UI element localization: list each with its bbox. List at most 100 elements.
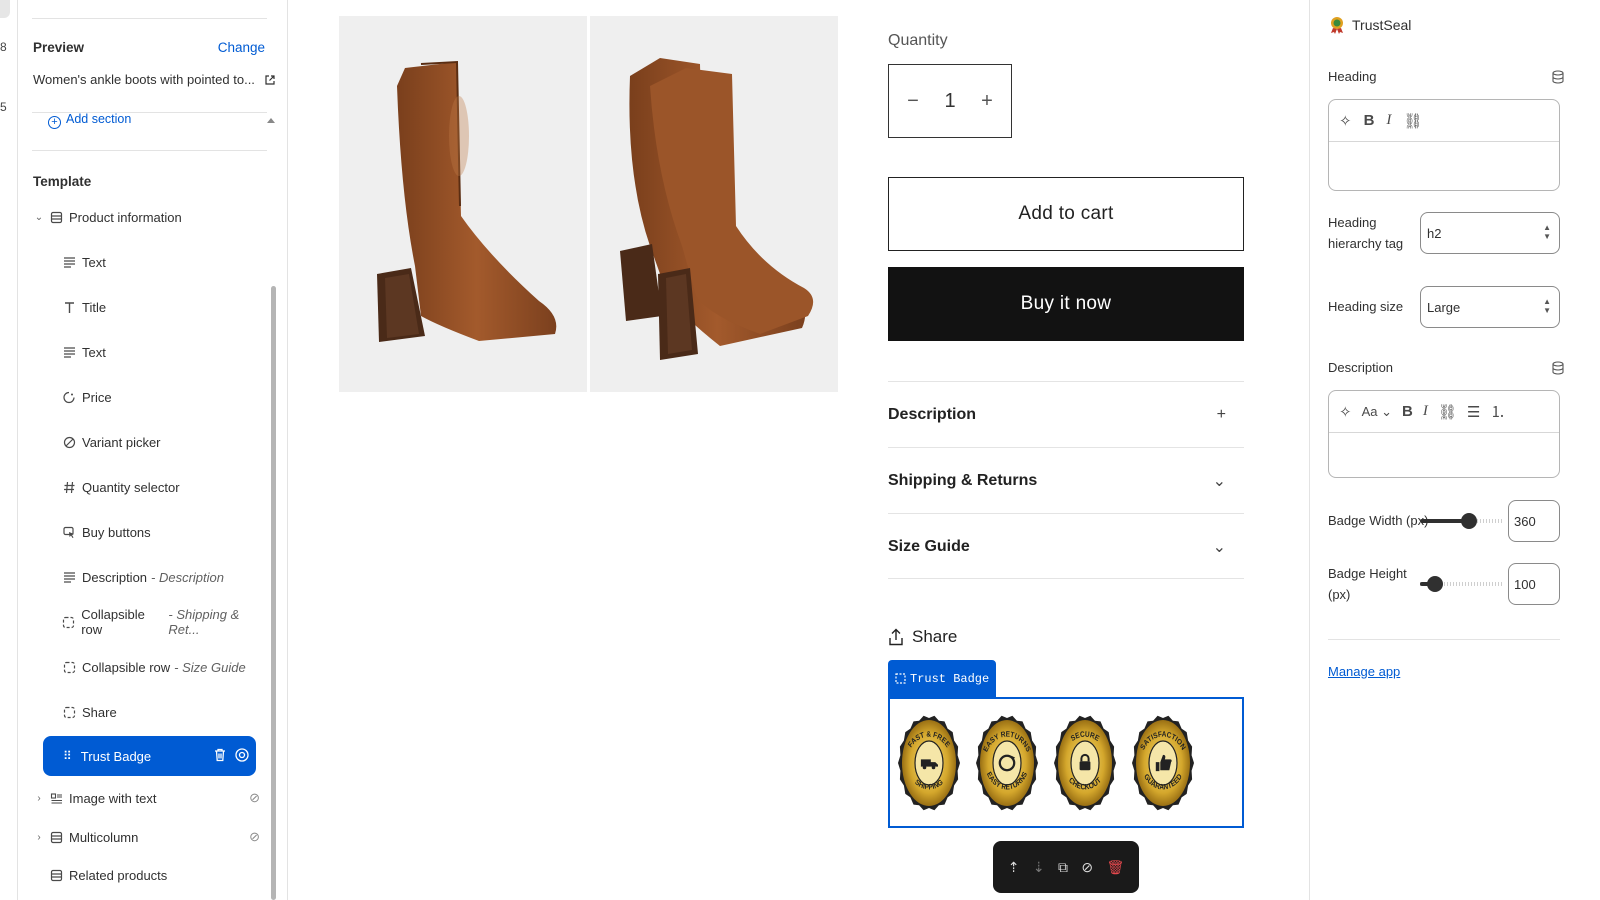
dynamic-source-icon[interactable] <box>1552 361 1564 375</box>
block-item[interactable]: Collapsible row - Size Guide <box>18 649 268 685</box>
block-item[interactable]: Collapsible row - Shipping & Ret... <box>18 604 268 640</box>
magic-icon[interactable]: ✧ <box>1339 403 1352 421</box>
bullet-list-icon[interactable]: ☰ <box>1467 403 1480 421</box>
rail-number: 5 <box>0 100 7 114</box>
block-item[interactable]: Quantity selector <box>18 469 268 505</box>
quantity-value[interactable]: 1 <box>944 90 955 113</box>
width-input[interactable]: 360 <box>1508 500 1560 542</box>
change-preview-link[interactable]: Change <box>218 40 265 55</box>
text-lines-icon <box>62 255 76 269</box>
italic-icon[interactable]: I <box>1423 403 1428 420</box>
block-item[interactable]: Share <box>18 694 268 730</box>
dashed-square-icon <box>62 615 75 629</box>
description-label: Description <box>1328 360 1394 375</box>
increase-quantity-button[interactable]: + <box>977 90 997 113</box>
bold-icon[interactable]: B <box>1402 403 1413 420</box>
text-lines-icon <box>62 570 76 584</box>
italic-icon[interactable]: I <box>1386 112 1391 129</box>
width-slider[interactable] <box>1420 513 1502 529</box>
external-link-icon[interactable] <box>264 75 275 85</box>
block-sublabel: - Shipping & Ret... <box>168 607 240 637</box>
quantity-label: Quantity <box>888 32 948 49</box>
eye-off-icon[interactable]: ⊘ <box>249 829 260 845</box>
image-text-icon <box>49 791 63 805</box>
trust-badge: FAST & FREE SHIPPING <box>898 713 960 813</box>
accordion-shipping[interactable]: Shipping & Returns ⌄ <box>888 447 1244 513</box>
manage-app-link[interactable]: Manage app <box>1328 664 1400 679</box>
block-label: Title <box>82 299 107 315</box>
drag-handle-icon[interactable]: ⠿ <box>63 749 72 763</box>
dynamic-source-icon[interactable] <box>1552 70 1564 84</box>
link-icon[interactable]: ⛓ <box>1438 403 1457 421</box>
dashed-square-icon <box>62 660 76 674</box>
select-arrows-icon: ▲ ▼ <box>1543 297 1551 315</box>
add-to-cart-button[interactable]: Add to cart <box>888 177 1244 251</box>
trust-badge-block[interactable]: FAST & FREE SHIPPING EASY RETURNS EASY RETU… <box>888 697 1244 828</box>
rail-tab[interactable] <box>0 0 10 18</box>
heading-editor[interactable]: ✧ B I ⛓ <box>1328 99 1560 191</box>
add-section-button[interactable]: + Add section <box>48 112 131 129</box>
dashed-square-icon <box>895 673 906 684</box>
size-label: Heading size <box>1328 299 1404 314</box>
height-input[interactable]: 100 <box>1508 563 1560 605</box>
heading-label: Heading <box>1328 69 1377 84</box>
block-trust-badge[interactable]: ⠿ Trust Badge <box>43 736 256 776</box>
size-select[interactable]: Large ▲ ▼ <box>1420 286 1560 328</box>
eye-off-icon[interactable]: ⊘ <box>1081 859 1093 876</box>
block-item[interactable]: Text <box>18 334 268 370</box>
buy-now-button[interactable]: Buy it now <box>888 267 1244 341</box>
magic-icon[interactable]: ✧ <box>1339 112 1352 130</box>
chevron-down-icon[interactable]: ⌄ <box>33 212 45 223</box>
trash-icon[interactable]: 🗑 <box>1106 859 1124 876</box>
preview-product[interactable]: Women's ankle boots with pointed to... <box>33 72 275 87</box>
duplicate-icon[interactable]: ⧉ <box>1058 859 1068 876</box>
height-slider[interactable] <box>1420 576 1502 592</box>
font-size-icon[interactable]: Aa ⌄ <box>1362 404 1392 420</box>
accordion-size-guide[interactable]: Size Guide ⌄ <box>888 513 1244 579</box>
section-multicolumn[interactable]: › Multicolumn ⊘ <box>18 819 268 855</box>
section-product-information[interactable]: ⌄ Product information <box>18 199 268 235</box>
preview-canvas: Quantity − 1 + Add to cart Buy it now De… <box>289 0 1594 900</box>
chevron-right-icon[interactable]: › <box>33 793 45 804</box>
bold-icon[interactable]: B <box>1364 112 1375 129</box>
block-label: Buy buttons <box>82 524 151 540</box>
target-icon[interactable] <box>234 747 250 763</box>
numbered-list-icon[interactable]: ⒈ <box>1490 401 1505 422</box>
hierarchy-value: h2 <box>1427 225 1442 241</box>
preview-label: Preview <box>33 40 85 55</box>
title-t-icon <box>62 300 76 314</box>
block-item[interactable]: Text <box>18 244 268 280</box>
description-editor[interactable]: ✧ Aa ⌄ B I ⛓ ☰ ⒈ <box>1328 390 1560 478</box>
section-sidebar: Preview Change Women's ankle boots with … <box>18 0 288 900</box>
eye-off-icon[interactable]: ⊘ <box>249 790 260 806</box>
chevron-right-icon[interactable]: › <box>33 832 45 843</box>
product-image-1[interactable] <box>339 16 587 392</box>
block-item[interactable]: Title <box>18 289 268 325</box>
block-item[interactable]: Buy buttons <box>18 514 268 550</box>
block-item[interactable]: Price <box>18 379 268 415</box>
section-related-products[interactable]: Related products <box>18 857 268 893</box>
share-button[interactable]: Share <box>888 627 957 647</box>
trust-badge-tag[interactable]: Trust Badge <box>888 660 997 697</box>
slider-handle[interactable] <box>1461 513 1478 529</box>
move-down-icon[interactable]: ⇣ <box>1033 859 1045 876</box>
move-up-icon[interactable]: ⇡ <box>1008 859 1020 876</box>
section-icon <box>49 868 63 882</box>
block-sublabel: - Description <box>151 569 224 585</box>
trash-icon[interactable] <box>212 747 228 763</box>
accordion-label: Size Guide <box>888 537 970 555</box>
link-icon[interactable]: ⛓ <box>1403 112 1422 130</box>
block-item[interactable]: Description - Description <box>18 559 268 595</box>
block-item[interactable]: Variant picker <box>18 424 268 460</box>
caret-up-icon[interactable] <box>267 118 275 123</box>
select-arrows-icon: ▲ ▼ <box>1543 223 1551 241</box>
product-image-2[interactable] <box>590 16 838 392</box>
sidebar-scrollbar[interactable] <box>271 286 276 900</box>
hierarchy-select[interactable]: h2 ▲ ▼ <box>1420 212 1560 254</box>
accordion-description[interactable]: Description + <box>888 381 1244 447</box>
section-image-with-text[interactable]: › Image with text ⊘ <box>18 780 268 816</box>
app-name: TrustSeal <box>1352 17 1412 33</box>
quantity-selector: − 1 + <box>888 64 1012 138</box>
decrease-quantity-button[interactable]: − <box>903 90 923 113</box>
slider-handle[interactable] <box>1426 576 1443 592</box>
